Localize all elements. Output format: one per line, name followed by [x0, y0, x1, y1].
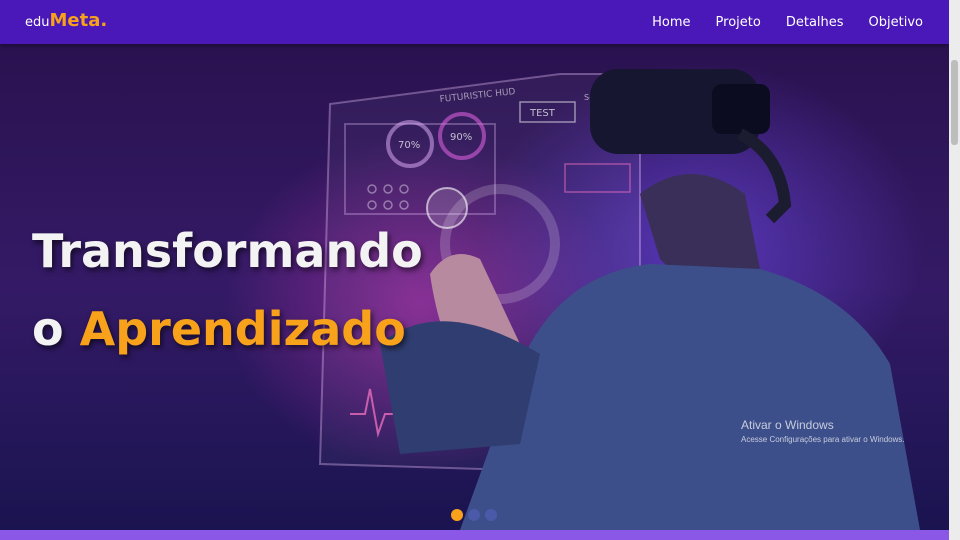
- windows-activation-watermark: Ativar o Windows Acesse Configurações pa…: [741, 418, 905, 444]
- logo-bold: Meta.: [49, 10, 108, 31]
- watermark-title: Ativar o Windows: [741, 418, 834, 432]
- carousel-indicators: [451, 509, 497, 521]
- navbar: eduMeta. Home Projeto Detalhes Objetivo: [0, 0, 949, 44]
- hero-title-line1: Transformando: [32, 224, 423, 278]
- hud-percent-1: 70%: [398, 140, 420, 151]
- hero-title-line2: o Aprendizado: [32, 302, 406, 356]
- logo-light: edu: [25, 15, 50, 30]
- logo[interactable]: eduMeta.: [25, 10, 107, 31]
- nav-home[interactable]: Home: [652, 15, 690, 30]
- page-scrollbar[interactable]: [949, 0, 960, 540]
- carousel-dot-1[interactable]: [451, 509, 463, 521]
- carousel-dot-2[interactable]: [468, 509, 480, 521]
- carousel-dot-3[interactable]: [485, 509, 497, 521]
- scrollbar-thumb[interactable]: [951, 60, 958, 145]
- hero-title-prefix: o: [32, 302, 80, 356]
- nav-projeto[interactable]: Projeto: [716, 15, 761, 30]
- hero-banner: FUTURISTIC HUD TEST S-01 70% 90% Tra: [0, 44, 949, 530]
- hero-title-accent: Aprendizado: [79, 302, 406, 356]
- nav-menu: Home Projeto Detalhes Objetivo: [652, 0, 923, 44]
- hud-percent-2: 90%: [450, 132, 472, 143]
- watermark-subtitle: Acesse Configurações para ativar o Windo…: [741, 435, 905, 444]
- nav-detalhes[interactable]: Detalhes: [786, 15, 844, 30]
- nav-objetivo[interactable]: Objetivo: [869, 15, 923, 30]
- section-divider-strip: [0, 530, 949, 540]
- hud-test-text: TEST: [529, 108, 556, 119]
- hero-image-vr-hud: FUTURISTIC HUD TEST S-01 70% 90%: [318, 69, 920, 530]
